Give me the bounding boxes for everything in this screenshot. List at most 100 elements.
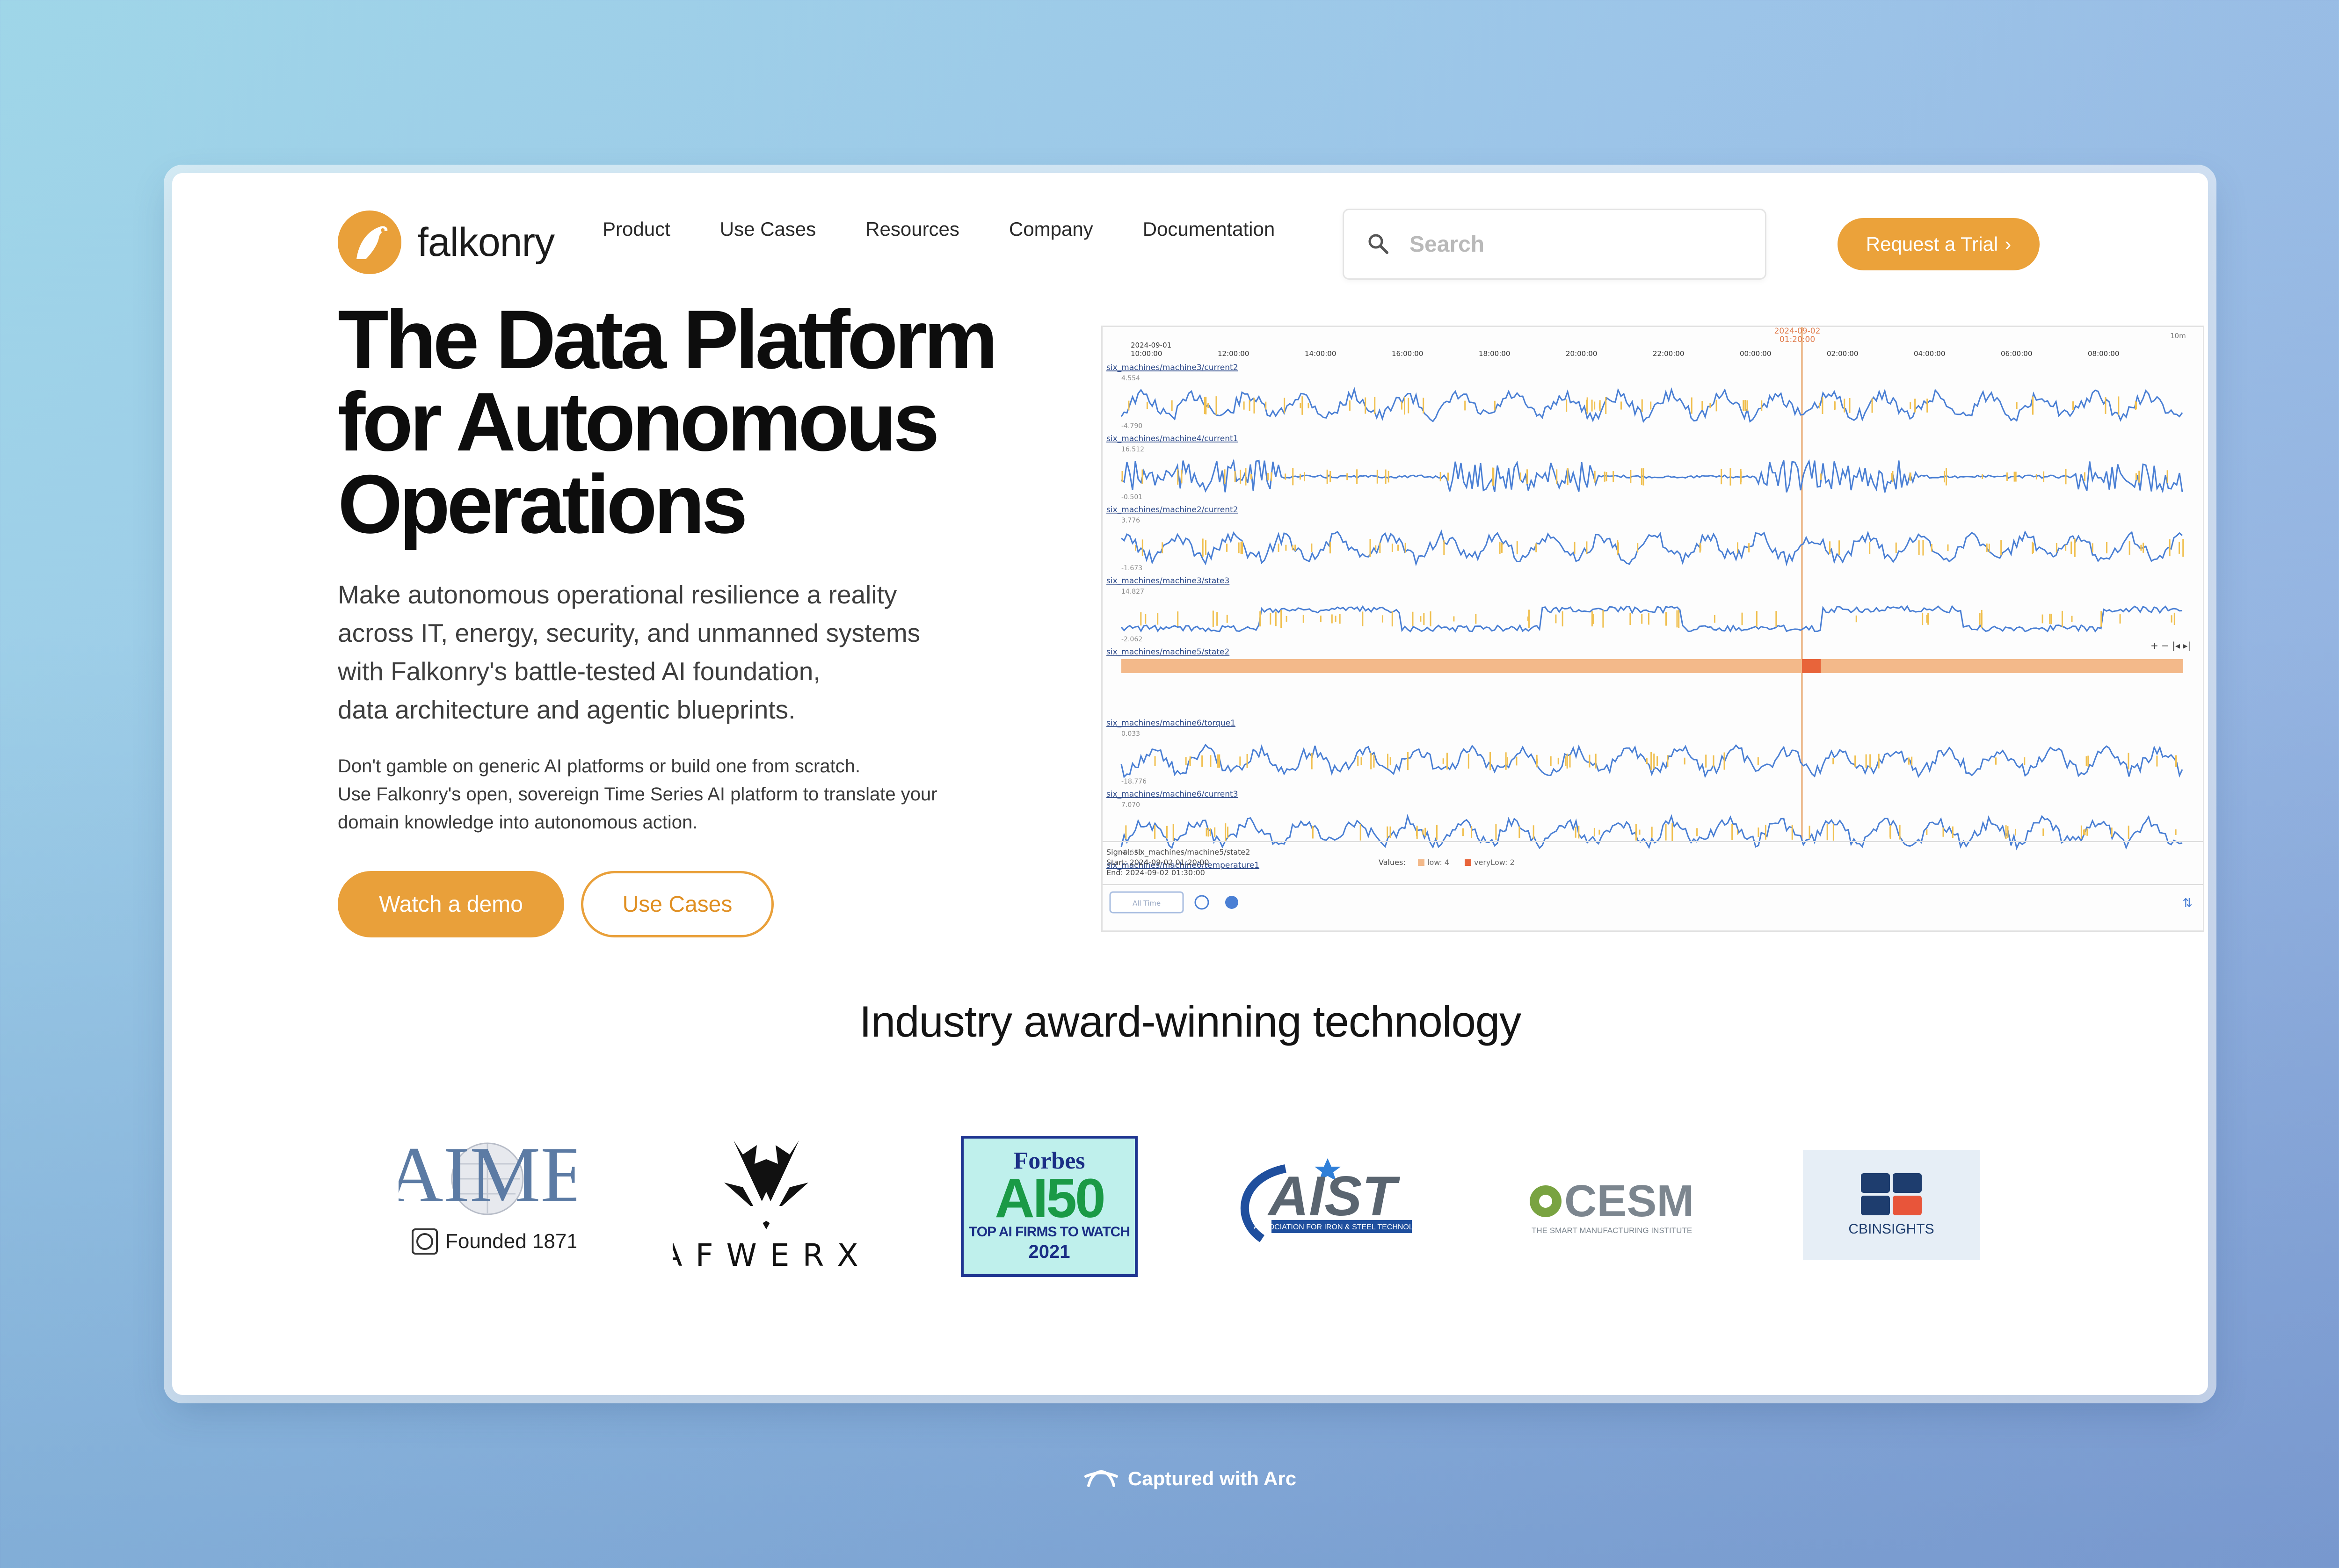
- signal-max: 3.776: [1121, 517, 1140, 524]
- signal-name: six_machines/machine4/current1: [1106, 434, 1238, 443]
- legend-verylow-swatch: [1465, 859, 1471, 866]
- series-line: [1121, 529, 2183, 566]
- brand-logo[interactable]: falkonry: [338, 210, 555, 275]
- time-tick: 08:00:00: [2088, 349, 2119, 358]
- search-icon: [1366, 232, 1391, 256]
- settings-icon: ⇅: [2182, 896, 2193, 910]
- signal-max: 0.033: [1121, 730, 1140, 738]
- main-nav: Product Use Cases Resources Company Docu…: [603, 218, 1275, 240]
- cesmii-logo: CESMII THE SMART MANUFACTURING INSTITUTE: [1527, 1173, 1719, 1246]
- brand-name: falkonry: [417, 219, 555, 265]
- aist-tag: ASSOCIATION FOR IRON & STEEL TECHNOLOGY: [1254, 1223, 1421, 1231]
- signal-name: six_machines/machine6/torque1: [1106, 719, 1235, 728]
- sub-line: Don't gamble on generic AI platforms or …: [338, 756, 861, 777]
- arc-icon: [1084, 1462, 1119, 1495]
- info-end: End: 2024-09-02 01:30:00: [1106, 868, 1205, 877]
- aime-name: AIME: [399, 1136, 576, 1219]
- use-cases-button[interactable]: Use Cases: [581, 871, 774, 937]
- aime-founded: Founded 1871: [445, 1230, 576, 1253]
- info-signal: Signal: six_machines/machine5/state2: [1106, 848, 1250, 857]
- sub-line: domain knowledge into autonomous action.: [338, 812, 698, 833]
- time-tick: 10:00:00: [1131, 349, 1162, 358]
- lead-line: with Falkonry's battle-tested AI foundat…: [338, 657, 821, 686]
- awards-title: Industry award-winning technology: [859, 997, 1521, 1046]
- timeseries-chart-panel: 2024-09-01 10:00:00 12:00:00 14:00:00 16:00:…: [1101, 326, 2204, 932]
- capture-footer: Captured with Arc: [0, 1462, 2339, 1495]
- nav-company[interactable]: Company: [1009, 218, 1093, 240]
- hero-title-line: for Autonomous: [338, 375, 940, 468]
- signal-min: -1.673: [1121, 565, 1142, 572]
- hero-subtext: Don't gamble on generic AI platforms or …: [338, 752, 1039, 836]
- nav-resources[interactable]: Resources: [865, 218, 959, 240]
- signal-max: 14.827: [1121, 588, 1144, 595]
- aist-name: AIST: [1267, 1165, 1400, 1227]
- info-values-label: Values:: [1379, 858, 1406, 867]
- time-tick: 2024-09-01: [1131, 341, 1171, 349]
- hero-title-line: The Data Platform: [338, 293, 998, 386]
- forbes-line2: 2021: [1028, 1241, 1070, 1262]
- hero-title: The Data Platform for Autonomous Operati…: [338, 293, 1039, 551]
- search-placeholder: Search: [1409, 232, 1485, 257]
- time-tick: 02:00:00: [1827, 349, 1858, 358]
- hero-lead: Make autonomous operational resilience a…: [338, 575, 993, 729]
- timeseries-chart: 2024-09-0110:00:00 12:00:00 14:00:00 16:00:…: [1103, 327, 2203, 914]
- signal-max: 16.512: [1121, 446, 1144, 453]
- time-tick: 18:00:00: [1479, 349, 1510, 358]
- time-tick: 14:00:00: [1305, 349, 1336, 358]
- time-tick: 16:00:00: [1392, 349, 1423, 358]
- signal-name: six_machines/machine6/current3: [1106, 790, 1238, 799]
- series-line: [1120, 386, 2183, 423]
- signal-name: six_machines/machine5/state2: [1106, 647, 1229, 657]
- hero-title-line: Operations: [338, 457, 748, 551]
- time-tick: 00:00:00: [1740, 349, 1771, 358]
- forbes-ai50: AI50: [995, 1168, 1105, 1229]
- search-input[interactable]: Search: [1343, 209, 1766, 280]
- legend-verylow: veryLow: 2: [1474, 858, 1515, 867]
- time-tick: 06:00:00: [2001, 349, 2032, 358]
- lead-line: Make autonomous operational resilience a…: [338, 580, 897, 609]
- signal-name: six_machines/machine3/current2: [1106, 363, 1238, 372]
- aist-logo: AIST ASSOCIATION FOR IRON & STEEL TECHNO…: [1234, 1154, 1430, 1250]
- lead-line: data architecture and agentic blueprints…: [338, 695, 796, 724]
- footer-text: Captured with Arc: [1127, 1467, 1297, 1489]
- cbinsights-logo: CBINSIGHTS: [1803, 1150, 1980, 1260]
- zoom-label: 10m: [2170, 332, 2186, 340]
- signal-name: six_machines/machine2/current2: [1106, 505, 1238, 515]
- signal-min: -0.501: [1121, 494, 1142, 501]
- state-band: [1121, 659, 2183, 673]
- time-tick: 12:00:00: [1218, 349, 1249, 358]
- signal-min: -4.790: [1121, 422, 1142, 430]
- lead-line: across IT, energy, security, and unmanne…: [338, 618, 921, 647]
- cbinsights-name: CBINSIGHTS: [1848, 1221, 1934, 1237]
- forbes-line1: TOP AI FIRMS TO WATCH: [968, 1224, 1130, 1240]
- cursor-label: 01:20:00: [1780, 335, 1815, 344]
- request-trial-label: Request a Trial: [1866, 233, 1998, 255]
- signal-name: six_machines/machine3/state3: [1106, 576, 1229, 586]
- request-trial-button[interactable]: Request a Trial ›: [1838, 218, 2040, 270]
- time-tick: 20:00:00: [1566, 349, 1597, 358]
- legend-low: low: 4: [1427, 858, 1449, 867]
- series-line: [1121, 458, 2183, 494]
- signal-min: -18.776: [1121, 778, 1147, 785]
- time-tick: 22:00:00: [1653, 349, 1684, 358]
- nav-documentation[interactable]: Documentation: [1143, 218, 1275, 240]
- watch-demo-button[interactable]: Watch a demo: [338, 871, 564, 937]
- browser-window: falkonry Product Use Cases Resources Com…: [172, 173, 2208, 1395]
- time-tick: 04:00:00: [1914, 349, 1945, 358]
- info-start: Start: 2024-09-02 01:20:00: [1106, 858, 1209, 867]
- all-time-label: All Time: [1133, 899, 1161, 907]
- falcon-icon: [338, 211, 401, 274]
- nav-use-cases[interactable]: Use Cases: [720, 218, 816, 240]
- afwerx-logo: AFWERX: [661, 1136, 860, 1274]
- award-logos: AIME Founded 1871 AFWERX Forbes AI50 TOP…: [172, 1131, 2208, 1323]
- signal-min: -2.062: [1121, 636, 1142, 643]
- cesmii-name: CESMII: [1564, 1176, 1695, 1226]
- chevron-right-icon: ›: [2005, 233, 2012, 255]
- afwerx-name: AFWERX: [673, 1237, 860, 1271]
- nav-product[interactable]: Product: [603, 218, 670, 240]
- forbes-ai50-logo: Forbes AI50 TOP AI FIRMS TO WATCH 2021: [961, 1136, 1138, 1277]
- signal-max: 7.070: [1121, 801, 1140, 809]
- chart-zoom-controls: + − |◂ ▸|: [2150, 640, 2191, 651]
- add-icon: [1225, 896, 1238, 909]
- aime-logo: AIME Founded 1871: [386, 1131, 589, 1260]
